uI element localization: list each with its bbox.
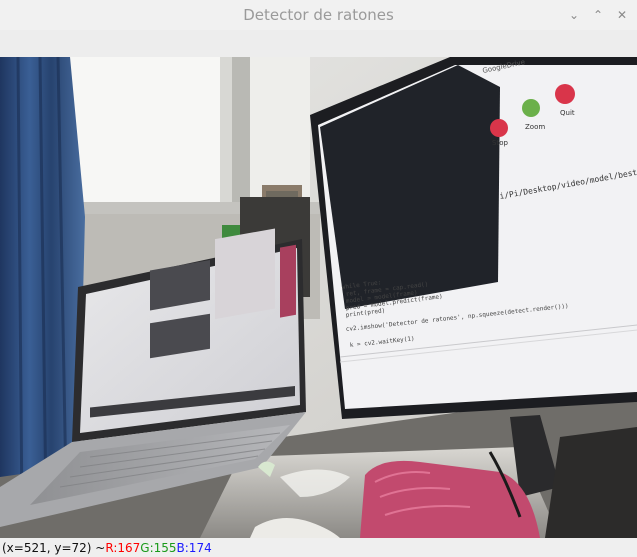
minimize-button[interactable]: ⌄: [567, 8, 581, 22]
monitor-quit-label: Quit: [560, 109, 575, 117]
close-button[interactable]: ✕: [615, 8, 629, 22]
chevron-up-icon: ⌃: [592, 8, 604, 22]
status-bar: (x=521, y=72) ~ R:167 G:155 B:174: [0, 538, 637, 557]
monitor-stop-label: Stop: [492, 139, 508, 147]
cursor-coordinates: (x=521, y=72) ~: [2, 540, 106, 555]
window-title: Detector de ratones: [243, 6, 394, 24]
maximize-button[interactable]: ⌃: [591, 8, 605, 22]
blue-value: B:174: [176, 540, 212, 555]
camera-image: Stop Zoom Quit GoogleDrive i/Pi/Desktop/…: [0, 57, 637, 538]
monitor-zoom-label: Zoom: [525, 123, 545, 131]
close-icon: ✕: [616, 8, 628, 22]
red-value: R:167: [105, 540, 141, 555]
green-value: G:155: [140, 540, 177, 555]
video-frame[interactable]: Stop Zoom Quit GoogleDrive i/Pi/Desktop/…: [0, 57, 637, 538]
chevron-down-icon: ⌄: [568, 8, 580, 22]
window-controls: ⌄ ⌃ ✕: [567, 0, 629, 30]
window-titlebar: Detector de ratones ⌄ ⌃ ✕: [0, 0, 637, 30]
toolbar-area: [0, 30, 637, 57]
